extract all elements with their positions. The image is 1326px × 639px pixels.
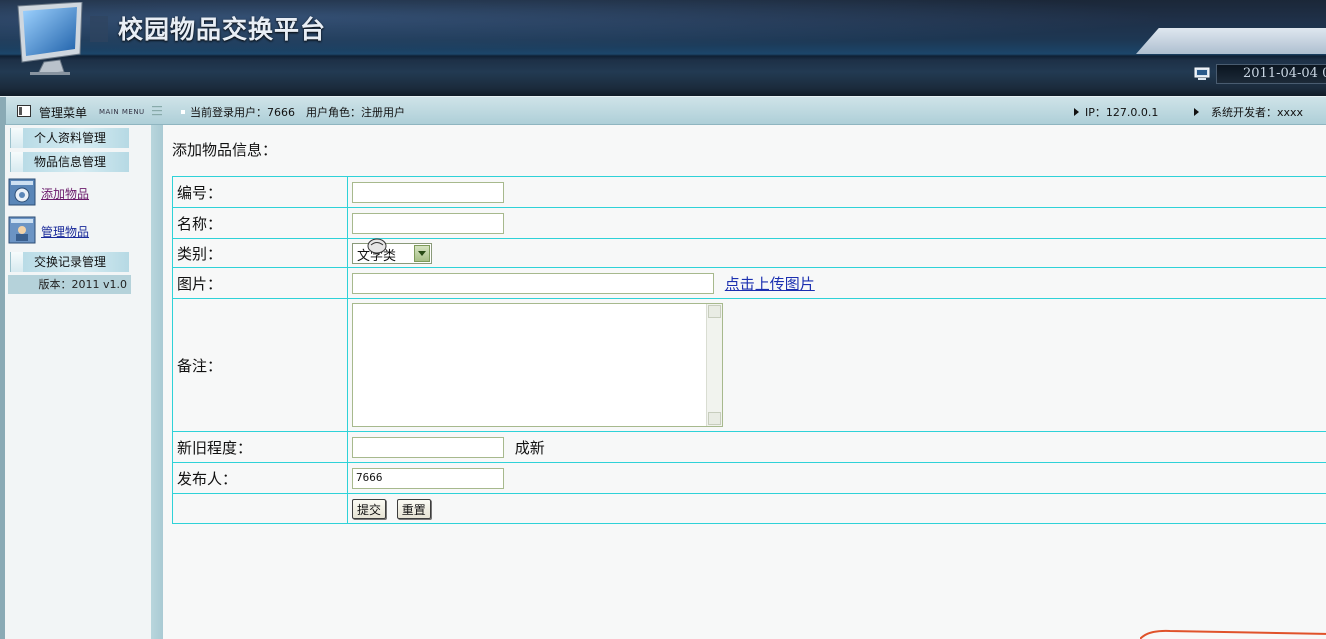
category-select[interactable]: 文学类: [352, 242, 432, 264]
scrollbar[interactable]: [706, 304, 722, 426]
condition-label: 新旧程度：: [172, 431, 348, 463]
scroll-down-icon[interactable]: [708, 412, 721, 425]
form-row: 备注：: [172, 298, 1326, 432]
developer-info: 系统开发者：xxxx: [1211, 106, 1304, 119]
sidebar-item-manage-items[interactable]: 管理物品: [8, 216, 138, 246]
lines-icon: [152, 106, 162, 116]
publisher-label: 发布人：: [172, 462, 348, 494]
menu-subtitle: MAIN MENU: [99, 108, 145, 116]
sidebar: 个人资料管理 物品信息管理 添加物品 管理物品 交换记录管理 版本：2011 v…: [0, 125, 163, 639]
bullet-icon: [181, 110, 185, 114]
form-row: 发布人： 7666: [172, 462, 1326, 494]
computer-icon: [1194, 67, 1210, 80]
sidebar-item-add-item[interactable]: 添加物品: [8, 178, 138, 208]
info-bar: 管理菜单 MAIN MENU 当前登录用户：7666 用户角色：注册用户 IP：…: [0, 96, 1326, 126]
form-row: 编号：: [172, 176, 1326, 208]
decorative-swoosh: [1140, 629, 1326, 639]
image-path-input[interactable]: [352, 272, 714, 294]
remark-label: 备注：: [172, 298, 348, 432]
add-item-form: 编号： 名称： 类别： 文学类 图片： 点击上传图片 备注： 新旧程度： 成新 …: [172, 176, 1326, 524]
category-label: 类别：: [172, 238, 348, 268]
upload-image-link[interactable]: 点击上传图片: [725, 275, 815, 293]
image-label: 图片：: [172, 267, 348, 299]
submit-button[interactable]: 提交: [352, 498, 387, 519]
form-row: 提交 重置: [172, 493, 1326, 524]
gear-window-icon: [8, 178, 36, 206]
condition-suffix: 成新: [514, 438, 545, 457]
menu-window-icon: [17, 105, 31, 117]
chevron-down-icon[interactable]: [414, 244, 430, 262]
hand-cursor-icon: [367, 238, 387, 254]
menu-title: 管理菜单: [39, 106, 88, 120]
form-row: 类别： 文学类: [172, 238, 1326, 268]
sidebar-item-label: 管理物品: [41, 225, 90, 239]
id-input[interactable]: [352, 181, 504, 203]
app-header: 校园物品交换平台 2011-04-04 0: [0, 0, 1326, 96]
scroll-up-icon[interactable]: [708, 305, 721, 318]
reset-button[interactable]: 重置: [396, 498, 431, 519]
arrow-right-icon: [1074, 108, 1079, 116]
arrow-right-icon: [1194, 108, 1199, 116]
ip-address: IP：127.0.0.1: [1085, 106, 1159, 119]
form-row: 图片： 点击上传图片: [172, 267, 1326, 299]
user-card-icon: [8, 216, 36, 244]
publisher-input[interactable]: 7666: [352, 467, 504, 489]
name-input[interactable]: [352, 212, 504, 234]
condition-input[interactable]: [352, 436, 504, 458]
sidebar-item-label: 添加物品: [41, 187, 90, 201]
sidebar-section-exchange[interactable]: 交换记录管理: [10, 252, 129, 272]
form-heading: 添加物品信息：: [172, 141, 278, 159]
datetime-display: 2011-04-04 0: [1216, 64, 1326, 84]
remark-textarea[interactable]: [352, 303, 723, 427]
form-row: 新旧程度： 成新: [172, 431, 1326, 463]
name-label: 名称：: [172, 207, 348, 239]
page-title: 校园物品交换平台: [118, 15, 327, 44]
sidebar-section-items[interactable]: 物品信息管理: [10, 152, 129, 172]
id-label: 编号：: [172, 176, 348, 208]
current-user-info: 当前登录用户：7666 用户角色：注册用户: [190, 106, 405, 119]
monitor-logo-icon: [17, 2, 83, 75]
version-label: 版本：2011 v1.0: [8, 275, 131, 294]
main-content: 添加物品信息： 编号： 名称： 类别： 文学类 图片： 点击上传图片 备注： 新…: [163, 125, 1326, 639]
form-row: 名称：: [172, 207, 1326, 239]
sidebar-section-profile[interactable]: 个人资料管理: [10, 128, 129, 148]
